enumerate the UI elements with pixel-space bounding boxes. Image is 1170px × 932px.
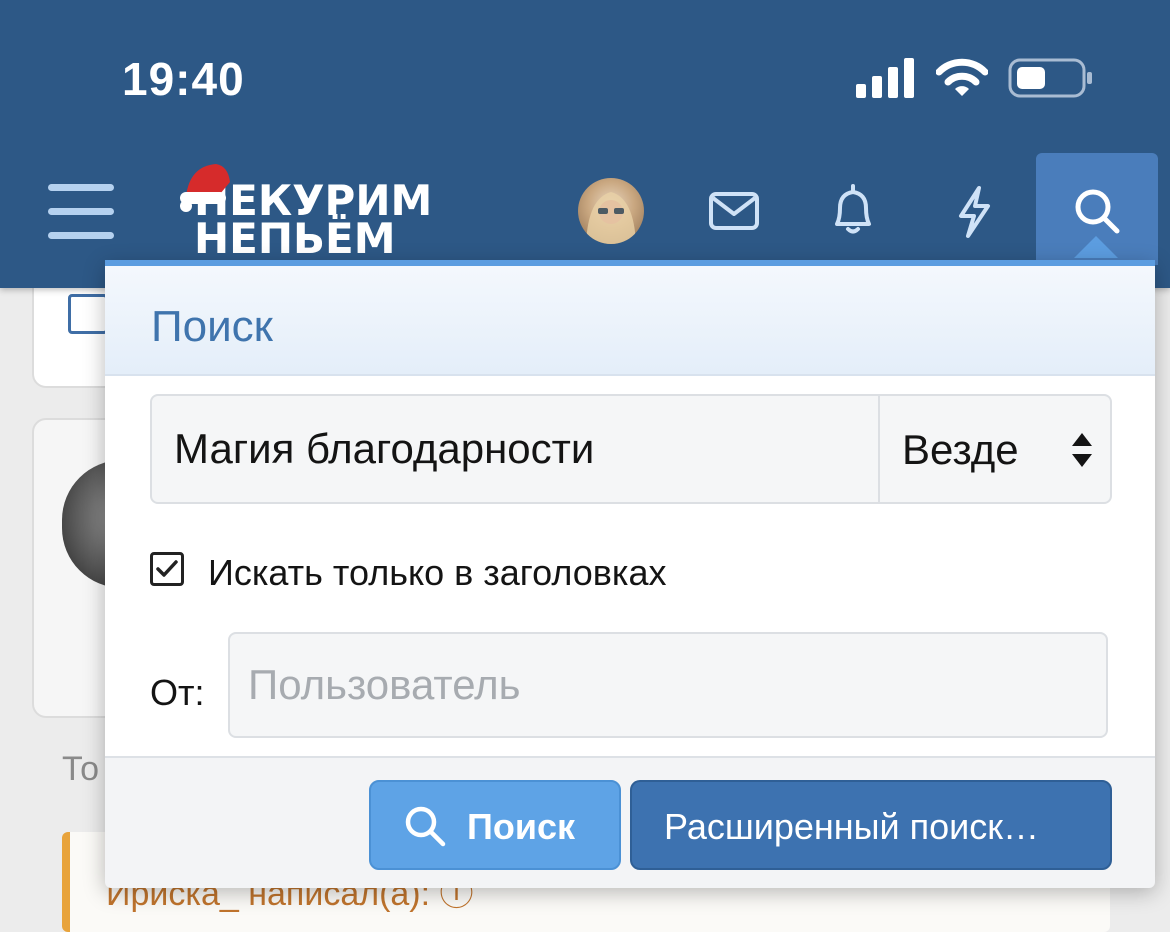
background-checkbox[interactable] bbox=[68, 294, 108, 334]
select-updown-icon bbox=[1072, 433, 1092, 467]
messages-envelope-icon[interactable] bbox=[694, 172, 774, 252]
search-scope-select[interactable]: Везде bbox=[878, 396, 1112, 502]
search-icon bbox=[1075, 189, 1120, 234]
search-submit-button[interactable]: Поиск bbox=[369, 780, 621, 870]
checkmark-icon bbox=[156, 560, 178, 577]
advanced-search-button[interactable]: Расширенный поиск… bbox=[630, 780, 1112, 870]
titles-only-label[interactable]: Искать только в заголовках bbox=[208, 552, 667, 594]
user-avatar[interactable] bbox=[578, 178, 644, 244]
search-menu-footer: Поиск Расширенный поиск… bbox=[105, 756, 1155, 888]
keyword-search-input[interactable] bbox=[152, 396, 878, 502]
search-menu-title: Поиск bbox=[151, 302, 273, 351]
whats-new-lightning-icon[interactable] bbox=[934, 172, 1014, 252]
search-button-label: Поиск bbox=[467, 806, 576, 847]
battery-icon bbox=[1008, 58, 1092, 98]
cellular-signal-icon bbox=[856, 58, 914, 98]
search-input-group: Везде bbox=[150, 394, 1112, 504]
member-name-input[interactable] bbox=[228, 632, 1108, 738]
search-menu: Поиск Везде Искать только в заголовках О… bbox=[105, 260, 1155, 888]
from-label: От: bbox=[150, 672, 205, 713]
notifications-bell-icon[interactable] bbox=[813, 172, 893, 252]
santa-hat-icon bbox=[180, 164, 230, 212]
advanced-search-label: Расширенный поиск… bbox=[664, 806, 1039, 847]
wifi-icon bbox=[936, 58, 988, 96]
menu-hamburger-icon[interactable] bbox=[48, 182, 114, 242]
search-menu-header: Поиск bbox=[105, 266, 1155, 376]
search-icon bbox=[405, 806, 446, 847]
menu-pointer bbox=[1074, 236, 1118, 258]
status-time: 19:40 bbox=[122, 53, 245, 105]
top-bar: 19:40 НЕКУРИМ НЕПЬЁМ bbox=[0, 0, 1170, 288]
logo-line-2: НЕПЬЁМ bbox=[194, 214, 396, 263]
background-text: То bbox=[62, 750, 100, 788]
scope-selected-value: Везде bbox=[902, 426, 1019, 473]
titles-only-checkbox[interactable] bbox=[150, 552, 184, 586]
site-logo[interactable]: НЕКУРИМ НЕПЬЁМ bbox=[176, 158, 456, 263]
